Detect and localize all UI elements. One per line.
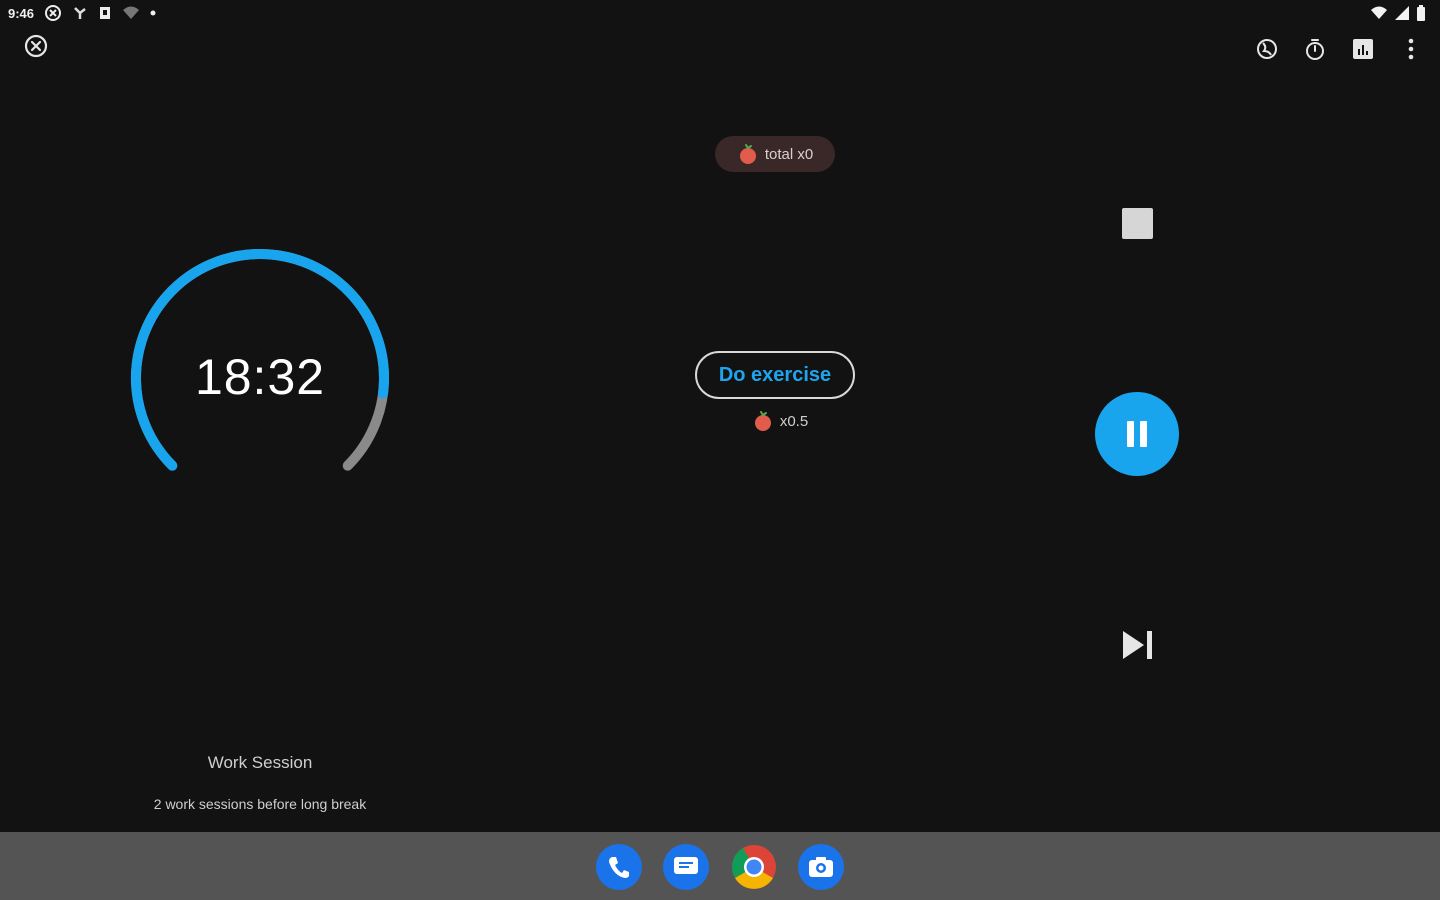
session-subtitle: 2 work sessions before long break — [153, 796, 367, 812]
skip-next-icon — [1123, 631, 1152, 659]
status-wifi-off-icon — [123, 6, 139, 19]
battery-icon — [1417, 5, 1425, 21]
app-screen: 9:46 total x0 18:32 Do exercise x0.5 Wor… — [0, 0, 1440, 900]
session-title: Work Session — [207, 753, 313, 772]
stop-button[interactable] — [1122, 208, 1153, 239]
chrome-icon — [732, 845, 776, 889]
total-count-label: total x0 — [764, 145, 814, 163]
status-time: 9:46 — [8, 6, 35, 21]
total-count-badge[interactable]: total x0 — [715, 136, 835, 172]
status-notification-icons — [44, 4, 156, 22]
wifi-icon — [1371, 6, 1387, 19]
exercise-multiplier-label: x0.5 — [779, 412, 809, 430]
camera-icon — [809, 857, 833, 877]
more-options-button[interactable] — [1398, 34, 1424, 64]
status-blocked-icon — [45, 5, 61, 21]
phone-icon — [609, 857, 629, 878]
signal-icon — [1395, 6, 1409, 20]
do-exercise-button[interactable]: Do exercise — [695, 351, 855, 399]
statistics-button[interactable] — [1350, 34, 1376, 64]
exercise-multiplier: x0.5 — [740, 408, 820, 434]
status-dot-icon — [150, 10, 156, 16]
top-actions — [1254, 34, 1424, 64]
skip-button[interactable] — [1120, 628, 1156, 662]
tomato-icon — [754, 411, 771, 431]
status-system-icons — [1370, 4, 1426, 22]
dock-camera[interactable] — [798, 844, 844, 890]
timer-display: 18:32 — [194, 349, 326, 405]
stats-icon — [1353, 39, 1373, 59]
close-circle-icon — [24, 34, 48, 58]
messages-icon — [674, 857, 698, 874]
pause-icon — [1127, 421, 1147, 447]
timer-dial: 18:32 — [110, 230, 410, 530]
close-button[interactable] — [22, 32, 50, 60]
status-bar: 9:46 — [0, 0, 1440, 30]
focus-icon — [1257, 39, 1277, 59]
timer-settings-button[interactable] — [1302, 34, 1328, 64]
tomato-icon — [739, 144, 756, 164]
app-dock — [0, 832, 1440, 900]
dock-messages[interactable] — [663, 844, 709, 890]
focus-mode-button[interactable] — [1254, 34, 1280, 64]
more-vert-icon — [1408, 38, 1414, 60]
stopwatch-icon — [1306, 39, 1324, 60]
pause-button[interactable] — [1095, 392, 1179, 476]
dock-phone[interactable] — [596, 844, 642, 890]
status-sd-icon — [100, 7, 110, 19]
status-fan-icon — [74, 7, 86, 19]
dock-chrome[interactable] — [731, 844, 777, 890]
